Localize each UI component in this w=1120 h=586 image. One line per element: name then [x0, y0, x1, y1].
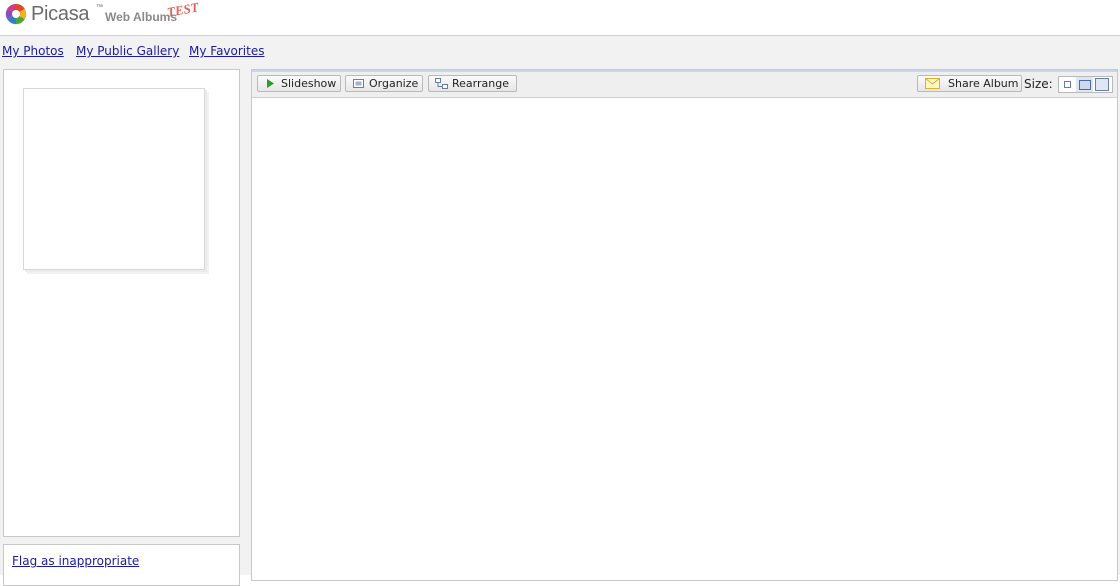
size-large-option[interactable] [1093, 77, 1110, 92]
size-small-option[interactable] [1059, 77, 1076, 92]
thumbnail-size-selector [1058, 76, 1113, 93]
organize-label: Organize [369, 77, 419, 90]
nav-my-photos[interactable]: My Photos [2, 44, 64, 58]
picasa-logo-icon [5, 3, 27, 25]
logo-test-badge: TEST [165, 0, 200, 20]
flag-inappropriate-link[interactable]: Flag as inappropriate [12, 554, 139, 568]
logo-trademark: ™ [96, 4, 103, 11]
slideshow-button[interactable]: Slideshow [257, 75, 341, 92]
nav-my-favorites[interactable]: My Favorites [189, 44, 264, 58]
rearrange-icon [433, 76, 449, 91]
rearrange-button[interactable]: Rearrange [428, 75, 517, 92]
logo-text: Picasa [31, 3, 90, 25]
play-icon [262, 76, 278, 91]
size-medium-option[interactable] [1076, 77, 1093, 92]
share-album-label: Share Album [948, 77, 1019, 90]
header: Picasa ™ Web Albums TEST [0, 0, 1120, 36]
album-sidebar [3, 69, 240, 537]
envelope-icon [924, 76, 940, 91]
photo-panel: Slideshow Organize Rearrange Share Album… [251, 69, 1118, 581]
album-toolbar: Slideshow Organize Rearrange Share Album… [252, 72, 1117, 98]
rearrange-label: Rearrange [452, 77, 509, 90]
slideshow-label: Slideshow [281, 77, 337, 90]
organize-button[interactable]: Organize [345, 75, 423, 92]
size-label: Size: [1024, 77, 1053, 91]
share-album-button[interactable]: Share Album [917, 75, 1022, 92]
album-cover-thumbnail[interactable] [23, 88, 205, 270]
flag-box: Flag as inappropriate [3, 544, 240, 586]
nav-my-public-gallery[interactable]: My Public Gallery [76, 44, 179, 58]
organize-icon [350, 76, 366, 91]
